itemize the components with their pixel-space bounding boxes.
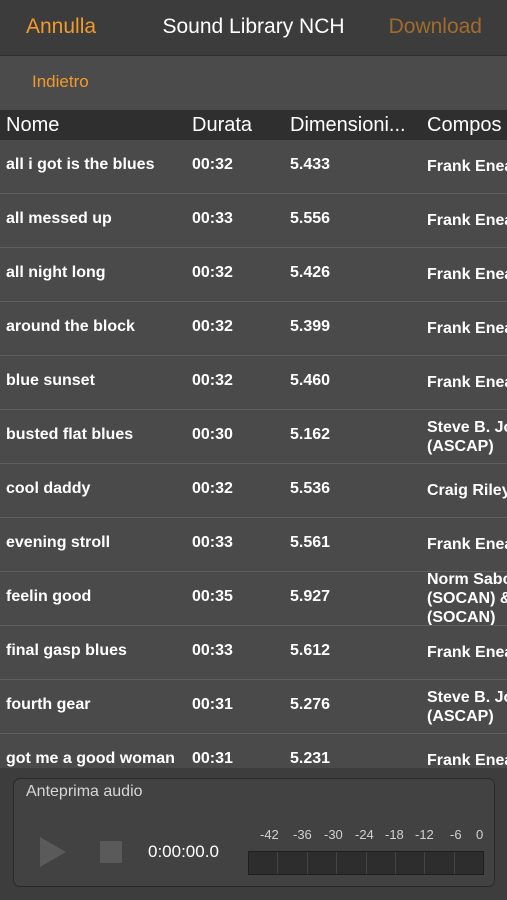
sound-duration: 00:32 xyxy=(192,372,233,389)
stop-icon[interactable] xyxy=(100,841,122,863)
meter-segment xyxy=(337,852,367,874)
table-row[interactable]: busted flat blues 00:30 5.162 Steve B. Jo (… xyxy=(0,410,507,464)
sound-size: 5.561 xyxy=(290,534,331,551)
sound-duration: 00:32 xyxy=(192,480,233,497)
sound-name: got me a good woman xyxy=(6,750,175,767)
sound-composer: Frank Enea xyxy=(427,266,507,283)
sound-composer: Frank Enea xyxy=(427,536,507,553)
preview-area: Anteprima audio 0:00:00.0 -42 -36 -30 -2… xyxy=(0,768,507,900)
sound-size: 5.556 xyxy=(290,210,331,227)
table-row[interactable]: all i got is the blues 00:32 5.433 Frank En… xyxy=(0,140,507,194)
playback-time: 0:00:00.0 xyxy=(148,842,219,861)
sound-name: final gasp blues xyxy=(6,642,127,659)
table-row[interactable]: evening stroll 00:33 5.561 Frank Enea xyxy=(0,518,507,572)
meter-segment xyxy=(308,852,338,874)
sound-name: blue sunset xyxy=(6,372,95,389)
sound-duration: 00:31 xyxy=(192,696,233,713)
scale-label: -18 xyxy=(385,827,404,842)
sub-bar: Indietro xyxy=(0,56,507,109)
sound-composer: Frank Enea xyxy=(427,752,507,768)
meter-segment xyxy=(249,852,279,874)
sound-duration: 00:32 xyxy=(192,264,233,281)
sound-size: 5.536 xyxy=(290,480,331,497)
sound-name: all i got is the blues xyxy=(6,156,155,173)
sound-name: fourth gear xyxy=(6,696,91,713)
column-header-size[interactable]: Dimensioni... xyxy=(290,114,406,137)
sound-composer: Frank Enea xyxy=(427,374,507,391)
sound-composer: Frank Enea xyxy=(427,158,507,175)
sound-duration: 00:33 xyxy=(192,642,233,659)
sound-size: 5.927 xyxy=(290,588,331,605)
meter-segment xyxy=(396,852,426,874)
scale-label: -6 xyxy=(450,827,462,842)
table-header: Nome Durata Dimensioni... Compos xyxy=(0,110,507,140)
sound-duration: 00:32 xyxy=(192,156,233,173)
sound-size: 5.399 xyxy=(290,318,331,335)
level-meter xyxy=(248,851,484,875)
sound-duration: 00:30 xyxy=(192,426,233,443)
sound-composer: Frank Enea xyxy=(427,644,507,661)
preview-label: Anteprima audio xyxy=(26,783,143,800)
sound-name: busted flat blues xyxy=(6,426,134,443)
meter-segment xyxy=(425,852,455,874)
meter-segment xyxy=(278,852,308,874)
sound-composer: Frank Enea xyxy=(427,320,507,337)
table-row[interactable]: got me a good woman 00:31 5.231 Frank Enea xyxy=(0,734,507,768)
sound-composer: Steve B. Jo (ASCAP) xyxy=(427,419,507,455)
meter-segment xyxy=(455,852,483,874)
sound-size: 5.612 xyxy=(290,642,331,659)
top-bar: Sound Library NCH Annulla Download xyxy=(0,0,507,56)
scale-label: -12 xyxy=(415,827,434,842)
sound-size: 5.162 xyxy=(290,426,331,443)
sound-duration: 00:32 xyxy=(192,318,233,335)
sound-name: all messed up xyxy=(6,210,112,227)
sound-name: all night long xyxy=(6,264,106,281)
sound-size: 5.276 xyxy=(290,696,331,713)
sound-name: evening stroll xyxy=(6,534,111,551)
sound-composer: Steve B. Jo (ASCAP) xyxy=(427,689,507,725)
table-row[interactable]: fourth gear 00:31 5.276 Steve B. Jo (ASCAP) xyxy=(0,680,507,734)
play-icon[interactable] xyxy=(40,837,66,867)
table-row[interactable]: all night long 00:32 5.426 Frank Enea xyxy=(0,248,507,302)
table-row[interactable]: final gasp blues 00:33 5.612 Frank Enea xyxy=(0,626,507,680)
scale-label: -24 xyxy=(355,827,374,842)
sound-composer: Norm Sabo (SOCAN) & (SOCAN) xyxy=(427,572,507,626)
audio-preview-panel: Anteprima audio 0:00:00.0 -42 -36 -30 -2… xyxy=(13,778,495,887)
sound-name: around the block xyxy=(6,318,135,335)
scale-label: -36 xyxy=(293,827,312,842)
column-header-name[interactable]: Nome xyxy=(6,114,59,137)
sound-name: cool daddy xyxy=(6,480,91,497)
sound-duration: 00:33 xyxy=(192,210,233,227)
table-row[interactable]: cool daddy 00:32 5.536 Craig Riley xyxy=(0,464,507,518)
back-button[interactable]: Indietro xyxy=(32,72,89,92)
meter-segment xyxy=(367,852,396,874)
table-row[interactable]: blue sunset 00:32 5.460 Frank Enea xyxy=(0,356,507,410)
table-row[interactable]: around the block 00:32 5.399 Frank Enea xyxy=(0,302,507,356)
sound-name: feelin good xyxy=(6,588,92,605)
sound-duration: 00:33 xyxy=(192,534,233,551)
sound-list[interactable]: all i got is the blues 00:32 5.433 Frank En… xyxy=(0,140,507,768)
scale-label: 0 xyxy=(476,827,484,842)
scale-label: -42 xyxy=(260,827,279,842)
column-header-composer[interactable]: Compos xyxy=(427,114,501,137)
scale-label: -30 xyxy=(324,827,343,842)
cancel-button[interactable]: Annulla xyxy=(26,15,96,39)
sound-duration: 00:35 xyxy=(192,588,233,605)
table-row[interactable]: feelin good 00:35 5.927 Norm Sabo (SOCAN) &… xyxy=(0,572,507,626)
download-button[interactable]: Download xyxy=(389,15,482,39)
sound-composer: Craig Riley xyxy=(427,482,507,499)
sound-size: 5.426 xyxy=(290,264,331,281)
sound-composer: Frank Enea xyxy=(427,212,507,229)
sound-size: 5.433 xyxy=(290,156,331,173)
table-row[interactable]: all messed up 00:33 5.556 Frank Enea xyxy=(0,194,507,248)
column-header-duration[interactable]: Durata xyxy=(192,114,252,137)
sound-size: 5.231 xyxy=(290,750,331,767)
sound-size: 5.460 xyxy=(290,372,331,389)
sound-duration: 00:31 xyxy=(192,750,233,767)
